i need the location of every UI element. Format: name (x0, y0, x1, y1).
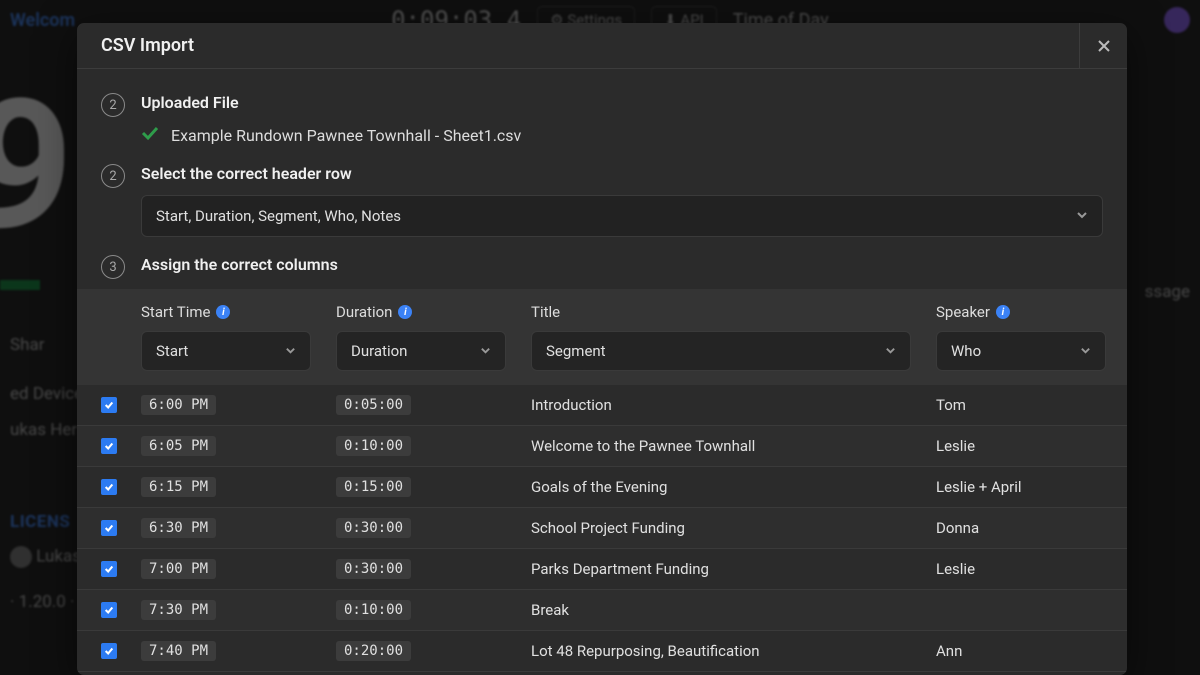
speaker-column-select[interactable]: Who (936, 331, 1106, 371)
row-speaker: Leslie + April (936, 478, 1106, 496)
row-duration: 0:30:00 (336, 559, 411, 579)
row-start: 6:05 PM (141, 436, 216, 456)
step-number-3: 3 (101, 255, 125, 279)
chevron-down-icon (285, 342, 296, 360)
info-icon[interactable]: i (398, 305, 412, 319)
row-checkbox[interactable] (101, 643, 117, 659)
step-assign-columns: 3 Assign the correct columns (101, 255, 1103, 279)
row-checkbox[interactable] (101, 602, 117, 618)
row-title: Parks Department Funding (531, 560, 936, 578)
row-duration: 0:05:00 (336, 395, 411, 415)
chevron-down-icon (480, 342, 491, 360)
step2-title: Select the correct header row (141, 164, 1103, 183)
header-row-select[interactable]: Start, Duration, Segment, Who, Notes (141, 195, 1103, 237)
table-row: 7:40 PM 0:20:00 Lot 48 Repurposing, Beauti… (77, 631, 1127, 672)
start-column-select[interactable]: Start (141, 331, 311, 371)
row-duration: 0:20:00 (336, 641, 411, 661)
step3-title: Assign the correct columns (141, 255, 1103, 274)
row-start: 6:00 PM (141, 395, 216, 415)
row-speaker: Leslie (936, 437, 1106, 455)
step1-title: Uploaded File (141, 93, 1103, 112)
table-row: 6:00 PM 0:05:00 IntroductionTom (77, 385, 1127, 426)
step-number-2: 2 (101, 164, 125, 188)
step-number-1: 2 (101, 93, 125, 117)
row-start: 6:30 PM (141, 518, 216, 538)
col-duration-label: Duration i (336, 303, 531, 321)
check-icon (141, 124, 159, 146)
row-title: Goals of the Evening (531, 478, 936, 496)
row-start: 7:30 PM (141, 600, 216, 620)
row-checkbox[interactable] (101, 397, 117, 413)
row-speaker: Ann (936, 642, 1106, 660)
preview-rows: 6:00 PM 0:05:00 IntroductionTom 6:05 PM 0:10… (77, 385, 1127, 675)
modal-header: CSV Import (77, 23, 1127, 69)
chevron-down-icon (1076, 207, 1088, 225)
row-title: School Project Funding (531, 519, 936, 537)
row-title: Lot 48 Repurposing, Beautification (531, 642, 936, 660)
row-title: Break (531, 601, 936, 619)
close-icon (1096, 38, 1112, 54)
uploaded-filename: Example Rundown Pawnee Townhall - Sheet1… (171, 126, 521, 145)
col-start-label: Start Time i (141, 303, 336, 321)
col-speaker-label: Speaker i (936, 303, 1106, 321)
csv-import-modal: CSV Import 2 Uploaded File Example Rundo… (77, 23, 1127, 675)
row-speaker: Leslie (936, 560, 1106, 578)
column-mapping-area: Start Time i Start Duration i Duration T… (77, 289, 1127, 675)
row-title: Welcome to the Pawnee Townhall (531, 437, 936, 455)
table-row: 6:15 PM 0:15:00 Goals of the EveningLeslie… (77, 467, 1127, 508)
col-title-label: Title (531, 303, 936, 321)
row-checkbox[interactable] (101, 479, 117, 495)
row-duration: 0:15:00 (336, 477, 411, 497)
header-row-value: Start, Duration, Segment, Who, Notes (156, 207, 401, 225)
uploaded-file-row: Example Rundown Pawnee Townhall - Sheet1… (141, 124, 1103, 146)
step-header-row: 2 Select the correct header row Start, D… (101, 164, 1103, 237)
step-uploaded-file: 2 Uploaded File Example Rundown Pawnee T… (101, 93, 1103, 146)
row-title: Introduction (531, 396, 936, 414)
info-icon[interactable]: i (996, 305, 1010, 319)
table-row: 7:30 PM 0:10:00 Break (77, 590, 1127, 631)
row-start: 6:15 PM (141, 477, 216, 497)
chevron-down-icon (885, 342, 896, 360)
modal-title: CSV Import (77, 35, 194, 56)
duration-column-select[interactable]: Duration (336, 331, 506, 371)
row-checkbox[interactable] (101, 520, 117, 536)
modal-close-button[interactable] (1079, 23, 1127, 69)
row-checkbox[interactable] (101, 561, 117, 577)
table-row: 6:05 PM 0:10:00 Welcome to the Pawnee Town… (77, 426, 1127, 467)
row-start: 7:40 PM (141, 641, 216, 661)
table-row: 6:30 PM 0:30:00 School Project FundingDonn… (77, 508, 1127, 549)
info-icon[interactable]: i (216, 305, 230, 319)
row-duration: 0:10:00 (336, 600, 411, 620)
column-mapping-header: Start Time i Start Duration i Duration T… (77, 289, 1127, 385)
title-column-select[interactable]: Segment (531, 331, 911, 371)
row-start: 7:00 PM (141, 559, 216, 579)
row-duration: 0:30:00 (336, 518, 411, 538)
row-speaker: Donna (936, 519, 1106, 537)
table-row: 7:00 PM 0:30:00 Parks Department FundingLe… (77, 549, 1127, 590)
chevron-down-icon (1080, 342, 1091, 360)
row-checkbox[interactable] (101, 438, 117, 454)
row-duration: 0:10:00 (336, 436, 411, 456)
row-speaker: Tom (936, 396, 1106, 414)
